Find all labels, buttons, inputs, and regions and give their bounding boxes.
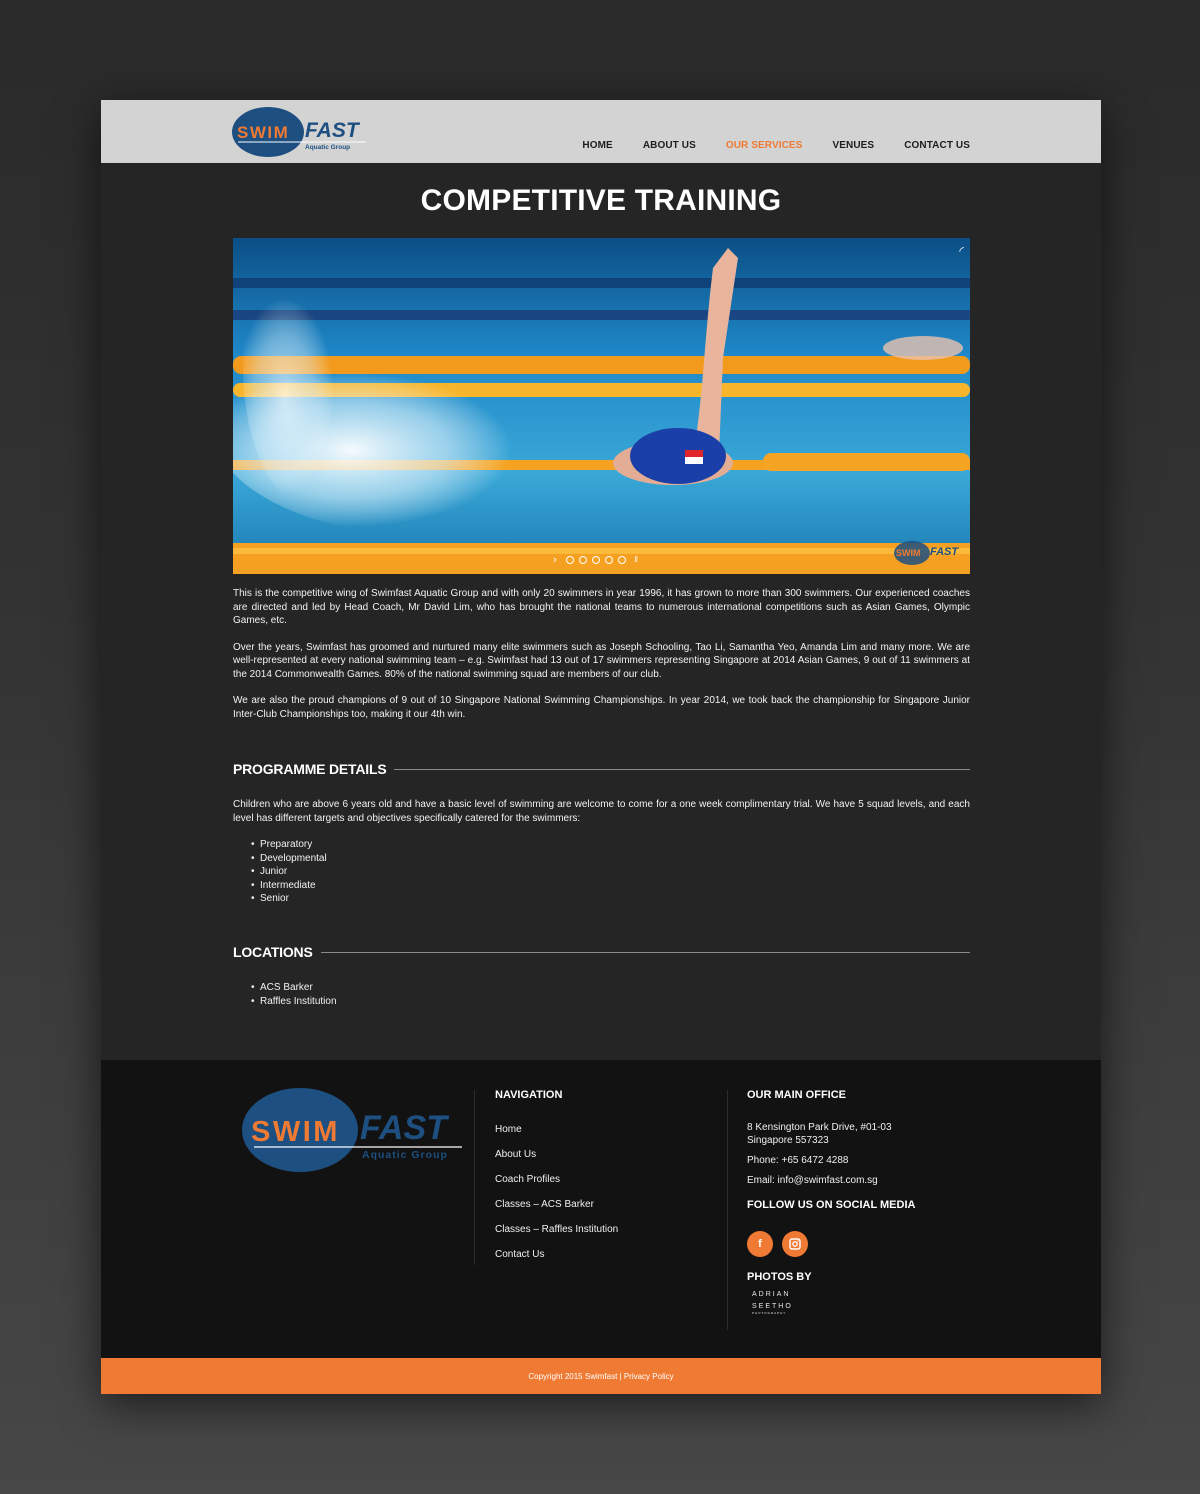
nav-venues[interactable]: VENUES bbox=[832, 140, 874, 152]
intro-paragraph: We are also the proud champions of 9 out… bbox=[233, 695, 970, 720]
loading-spinner-icon: ◜ bbox=[959, 244, 964, 258]
page-title: COMPETITIVE TRAINING bbox=[420, 184, 782, 217]
list-item: Intermediate bbox=[251, 879, 970, 893]
svg-text:SWIM: SWIM bbox=[896, 548, 921, 558]
section-title: PROGRAMME DETAILS bbox=[233, 761, 387, 777]
office-heading: OUR MAIN OFFICE bbox=[747, 1089, 846, 1101]
copyright-bar: Copyright 2015 Swimfast | Privacy Policy bbox=[101, 1358, 1101, 1394]
hero-image bbox=[233, 238, 970, 574]
nav-our-services[interactable]: OUR SERVICES bbox=[726, 140, 803, 152]
intro-paragraph: Over the years, Swimfast has groomed and… bbox=[233, 641, 970, 680]
footer-link-classes-raffles[interactable]: Classes – Raffles Institution bbox=[495, 1217, 618, 1242]
social-icons: f bbox=[747, 1231, 987, 1257]
logo-word-fast: FAST bbox=[360, 1109, 450, 1147]
social-heading: FOLLOW US ON SOCIAL MEDIA bbox=[747, 1199, 916, 1211]
photographer-logo[interactable]: ADRIAN SEETHO PHOTOGRAPHY bbox=[747, 1291, 987, 1315]
programme-heading: PROGRAMME DETAILS bbox=[233, 761, 970, 777]
intro-section: This is the competitive wing of Swimfast… bbox=[233, 587, 970, 721]
logo-tagline: Aquatic Group bbox=[362, 1149, 448, 1161]
list-item: Preparatory bbox=[251, 838, 970, 852]
list-item: Developmental bbox=[251, 852, 970, 866]
office-phone[interactable]: Phone: +65 6472 4288 bbox=[747, 1154, 987, 1167]
footer-link-classes-acs[interactable]: Classes – ACS Barker bbox=[495, 1192, 618, 1217]
footer-link-coach-profiles[interactable]: Coach Profiles bbox=[495, 1167, 618, 1192]
slider-pause-icon[interactable]: ‖ bbox=[635, 556, 638, 564]
slider-dot[interactable] bbox=[617, 556, 626, 564]
footer-navigation: NAVIGATION Home About Us Coach Profiles … bbox=[495, 1089, 618, 1267]
footer-divider bbox=[727, 1090, 728, 1330]
office-address-line: 8 Kensington Park Drive, #01-03 bbox=[747, 1122, 892, 1133]
logo-tagline: Aquatic Group bbox=[305, 144, 350, 151]
logo-word-swim: SWIM bbox=[251, 1116, 340, 1148]
instagram-icon[interactable] bbox=[782, 1231, 808, 1257]
locations-heading: LOCATIONS bbox=[233, 944, 970, 960]
section-title: LOCATIONS bbox=[233, 944, 313, 960]
copyright-text[interactable]: Copyright 2015 Swimfast | Privacy Policy bbox=[528, 1372, 673, 1381]
programme-section: PROGRAMME DETAILS Children who are above… bbox=[233, 761, 970, 906]
site-header: SWIM FAST Aquatic Group HOME ABOUT US OU… bbox=[101, 100, 1101, 163]
list-item: ACS Barker bbox=[251, 981, 970, 995]
office-email[interactable]: Email: info@swimfast.com.sg bbox=[747, 1174, 987, 1187]
logo-word-swim: SWIM bbox=[237, 123, 289, 142]
slider-dot[interactable] bbox=[578, 556, 587, 564]
hero-watermark-logo: SWIM FAST bbox=[894, 540, 964, 566]
slider-controls: › ‖ bbox=[553, 555, 638, 566]
slider-dot[interactable] bbox=[591, 556, 600, 564]
logo-word-fast: FAST bbox=[305, 119, 361, 142]
office-address-line: Singapore 557323 bbox=[747, 1135, 829, 1146]
intro-paragraph: This is the competitive wing of Swimfast… bbox=[233, 588, 970, 626]
list-item: Raffles Institution bbox=[251, 995, 970, 1009]
locations-section: LOCATIONS ACS Barker Raffles Institution bbox=[233, 944, 970, 1008]
slider-next-icon[interactable]: › bbox=[553, 555, 557, 566]
programme-text: Children who are above 6 years old and h… bbox=[233, 799, 970, 824]
footer-link-home[interactable]: Home bbox=[495, 1117, 618, 1142]
section-divider bbox=[394, 768, 970, 770]
slider-dot[interactable] bbox=[604, 556, 613, 564]
page-container: SWIM FAST Aquatic Group HOME ABOUT US OU… bbox=[101, 100, 1101, 1394]
footer-nav-heading: NAVIGATION bbox=[495, 1089, 563, 1101]
site-footer: SWIM FAST Aquatic Group NAVIGATION Home … bbox=[101, 1060, 1101, 1358]
footer-link-about-us[interactable]: About Us bbox=[495, 1142, 618, 1167]
squad-levels-list: Preparatory Developmental Junior Interme… bbox=[233, 838, 970, 906]
footer-logo[interactable]: SWIM FAST Aquatic Group bbox=[242, 1087, 467, 1182]
footer-nav-list: Home About Us Coach Profiles Classes – A… bbox=[495, 1117, 618, 1267]
nav-about-us[interactable]: ABOUT US bbox=[643, 140, 696, 152]
site-logo[interactable]: SWIM FAST Aquatic Group bbox=[232, 106, 372, 158]
nav-home[interactable]: HOME bbox=[582, 140, 612, 152]
slider-dot[interactable] bbox=[565, 556, 574, 564]
locations-list: ACS Barker Raffles Institution bbox=[233, 981, 970, 1008]
footer-office: OUR MAIN OFFICE 8 Kensington Park Drive,… bbox=[747, 1089, 987, 1315]
list-item: Junior bbox=[251, 865, 970, 879]
facebook-icon[interactable]: f bbox=[747, 1231, 773, 1257]
footer-divider bbox=[474, 1090, 475, 1265]
main-nav: HOME ABOUT US OUR SERVICES VENUES CONTAC… bbox=[582, 140, 970, 152]
nav-contact-us[interactable]: CONTACT US bbox=[904, 140, 970, 152]
footer-link-contact-us[interactable]: Contact Us bbox=[495, 1242, 618, 1267]
svg-text:FAST: FAST bbox=[930, 546, 959, 558]
photos-heading: PHOTOS BY bbox=[747, 1271, 812, 1283]
list-item: Senior bbox=[251, 892, 970, 906]
section-divider bbox=[320, 951, 970, 953]
hero-slider[interactable]: ◜ › ‖ SWIM FAST bbox=[233, 238, 970, 574]
